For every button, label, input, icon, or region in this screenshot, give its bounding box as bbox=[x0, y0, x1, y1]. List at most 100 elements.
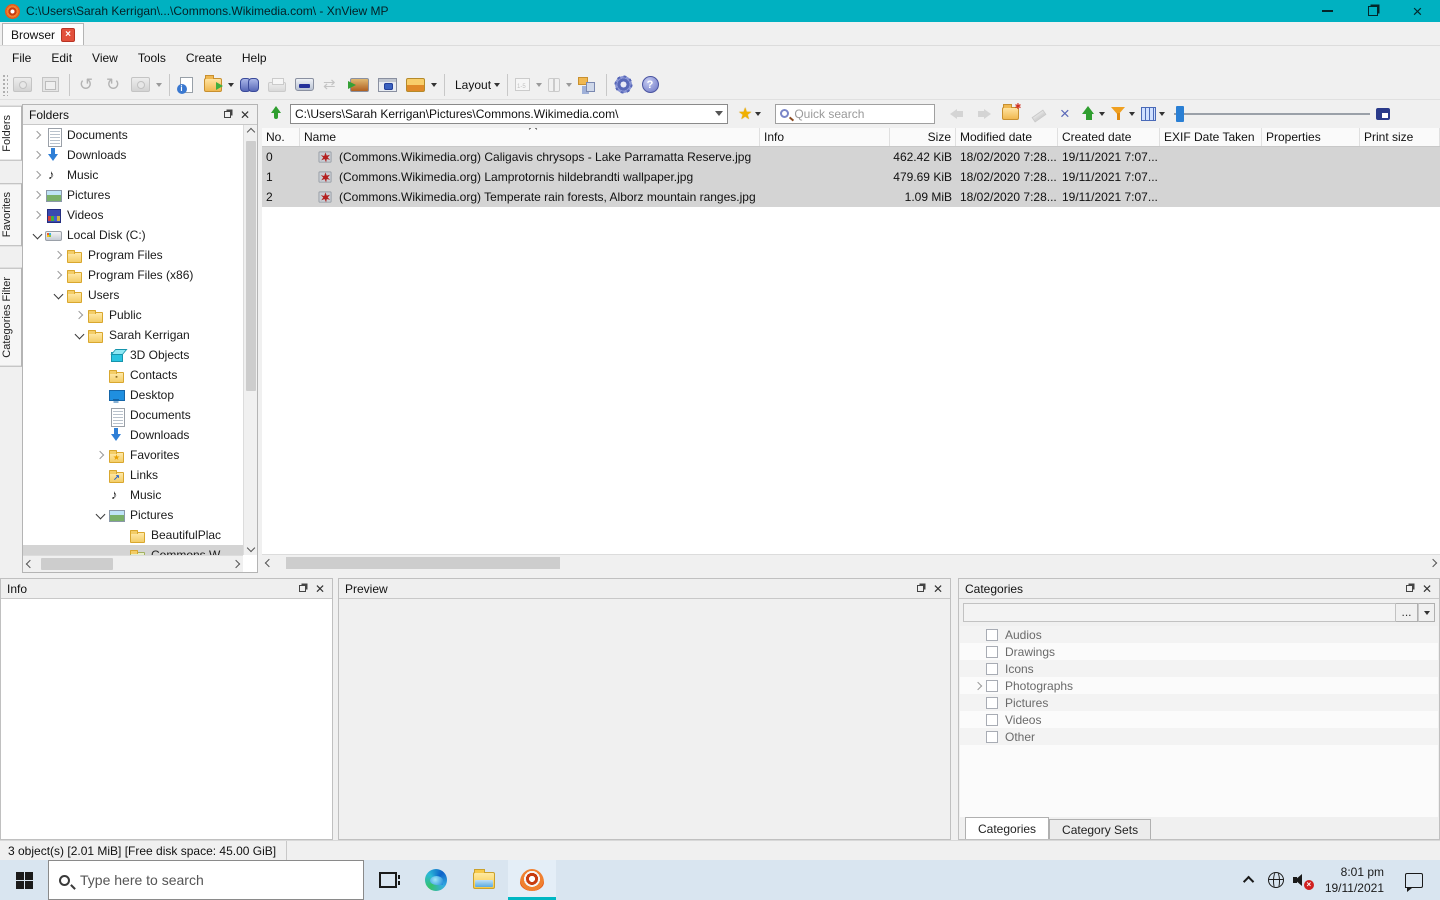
tree-sync[interactable] bbox=[575, 72, 602, 98]
help[interactable] bbox=[638, 72, 665, 98]
dropdown-caret-icon[interactable] bbox=[1129, 111, 1136, 116]
expander-icon[interactable] bbox=[50, 267, 66, 283]
network-button[interactable] bbox=[1263, 860, 1289, 900]
thumbnail-zoom-slider[interactable] bbox=[1174, 105, 1371, 123]
action-center-button[interactable] bbox=[1394, 860, 1434, 900]
tree-item[interactable]: Contacts bbox=[23, 365, 243, 385]
close-panel-icon[interactable]: ✕ bbox=[312, 582, 328, 596]
side-tab-categories-filter[interactable]: Categories Filter bbox=[0, 267, 22, 367]
dropdown-caret-icon[interactable] bbox=[1159, 111, 1166, 116]
column-header[interactable]: Size bbox=[890, 128, 956, 146]
tree-item[interactable]: Program Files (x86) bbox=[23, 265, 243, 285]
nav-back[interactable] bbox=[943, 101, 970, 127]
scroll-thumb[interactable] bbox=[286, 557, 560, 569]
search-binoculars[interactable] bbox=[237, 72, 265, 98]
start-button[interactable] bbox=[0, 860, 48, 900]
expander-icon[interactable] bbox=[970, 678, 986, 694]
delete[interactable]: × bbox=[1051, 101, 1078, 127]
slider-thumb[interactable] bbox=[1176, 105, 1185, 122]
expander-icon[interactable] bbox=[92, 487, 108, 503]
scroll-thumb[interactable] bbox=[41, 558, 113, 570]
volume-button[interactable]: × bbox=[1289, 860, 1315, 900]
tree-horizontal-scrollbar[interactable] bbox=[23, 555, 243, 572]
float-panel-icon[interactable] bbox=[219, 108, 235, 122]
restore-button[interactable] bbox=[1350, 0, 1395, 22]
tree-item[interactable]: Music bbox=[23, 485, 243, 505]
category-checkbox[interactable] bbox=[986, 713, 998, 726]
rotate-left[interactable]: ↺ bbox=[74, 72, 101, 98]
filter[interactable] bbox=[1108, 101, 1138, 127]
close-panel-icon[interactable]: ✕ bbox=[1419, 582, 1435, 596]
column-header[interactable]: No. bbox=[262, 128, 300, 146]
tree-item[interactable]: Commons.W bbox=[23, 545, 243, 555]
dropdown-caret-icon[interactable] bbox=[156, 82, 162, 87]
category-row[interactable]: Drawings bbox=[960, 643, 1438, 660]
tray-expand-button[interactable] bbox=[1237, 860, 1263, 900]
expander-icon[interactable] bbox=[970, 627, 986, 643]
edge-button[interactable] bbox=[412, 860, 460, 900]
view-image[interactable] bbox=[10, 72, 38, 98]
expander-icon[interactable] bbox=[71, 327, 87, 343]
category-checkbox[interactable] bbox=[986, 662, 998, 675]
tree-item[interactable]: Videos bbox=[23, 205, 243, 225]
dropdown-caret-icon[interactable] bbox=[431, 82, 437, 87]
category-browse-button[interactable]: ... bbox=[1396, 603, 1418, 622]
tab-browser[interactable]: Browser × bbox=[2, 23, 85, 45]
category-dropdown-button[interactable] bbox=[1418, 603, 1435, 622]
expander-icon[interactable] bbox=[29, 187, 45, 203]
dropdown-caret-icon[interactable] bbox=[228, 82, 234, 87]
tree-item[interactable]: Local Disk (C:) bbox=[23, 225, 243, 245]
xnview-taskbar-button[interactable] bbox=[508, 860, 556, 900]
menu-tools[interactable]: Tools bbox=[128, 48, 176, 68]
expander-icon[interactable] bbox=[970, 729, 986, 745]
(Commons.Wikimedia.org) Caligavis chrysops - Lake Parramatta Reserve.jpg[interactable]: 0 (Commons.Wikimedia.org) Caligavis chry… bbox=[262, 147, 1440, 167]
fullscreen[interactable] bbox=[38, 72, 65, 98]
column-header[interactable]: Created date bbox=[1058, 128, 1160, 146]
expander-icon[interactable] bbox=[92, 507, 108, 523]
category-row[interactable]: Photographs bbox=[960, 677, 1438, 694]
category-row[interactable]: Other bbox=[960, 728, 1438, 745]
float-panel-icon[interactable] bbox=[1401, 582, 1417, 596]
dropdown-caret-icon[interactable] bbox=[536, 82, 543, 87]
task-view-button[interactable] bbox=[364, 860, 412, 900]
tree-item[interactable]: Favorites bbox=[23, 445, 243, 465]
expander-icon[interactable] bbox=[29, 167, 45, 183]
column-header[interactable]: Print size bbox=[1360, 128, 1440, 146]
tree-item[interactable]: Documents bbox=[23, 125, 243, 147]
category-checkbox[interactable] bbox=[986, 696, 998, 709]
close-button[interactable] bbox=[1395, 0, 1440, 22]
rotate-right[interactable]: ↻ bbox=[101, 72, 128, 98]
expander-icon[interactable] bbox=[970, 644, 986, 660]
close-panel-icon[interactable]: ✕ bbox=[930, 582, 946, 596]
dropdown-caret-icon[interactable] bbox=[1099, 111, 1106, 116]
tree-item[interactable]: Music bbox=[23, 165, 243, 185]
column-header[interactable]: Properties bbox=[1262, 128, 1360, 146]
tree-item[interactable]: Users bbox=[23, 285, 243, 305]
expander-icon[interactable] bbox=[92, 387, 108, 403]
tree-item[interactable]: Program Files bbox=[23, 245, 243, 265]
expander-icon[interactable] bbox=[29, 207, 45, 223]
side-tab-folders[interactable]: Folders bbox=[0, 106, 22, 161]
settings-gear[interactable] bbox=[611, 72, 638, 98]
scan[interactable] bbox=[292, 72, 320, 98]
file-info[interactable] bbox=[174, 72, 201, 98]
bookmark[interactable] bbox=[545, 72, 575, 98]
tree-vertical-scrollbar[interactable] bbox=[243, 125, 257, 555]
tab-category-sets[interactable]: Category Sets bbox=[1049, 819, 1152, 839]
expander-icon[interactable] bbox=[50, 287, 66, 303]
tree-item[interactable]: Links bbox=[23, 465, 243, 485]
category-checkbox[interactable] bbox=[986, 645, 998, 658]
tree-item[interactable]: 3D Objects bbox=[23, 345, 243, 365]
scroll-thumb[interactable] bbox=[246, 141, 256, 391]
favorite-dropdown-icon[interactable] bbox=[755, 111, 762, 116]
category-row[interactable]: Videos bbox=[960, 711, 1438, 728]
nav-forward[interactable] bbox=[970, 101, 997, 127]
category-filter-input[interactable] bbox=[963, 603, 1396, 622]
expander-icon[interactable] bbox=[113, 527, 129, 543]
expander-icon[interactable] bbox=[92, 447, 108, 463]
expander-icon[interactable] bbox=[92, 467, 108, 483]
tree-item[interactable]: Sarah Kerrigan bbox=[23, 325, 243, 345]
dropdown-caret-icon[interactable] bbox=[566, 82, 573, 87]
scroll-left-icon[interactable] bbox=[262, 556, 276, 570]
column-header[interactable]: Name bbox=[300, 128, 760, 146]
